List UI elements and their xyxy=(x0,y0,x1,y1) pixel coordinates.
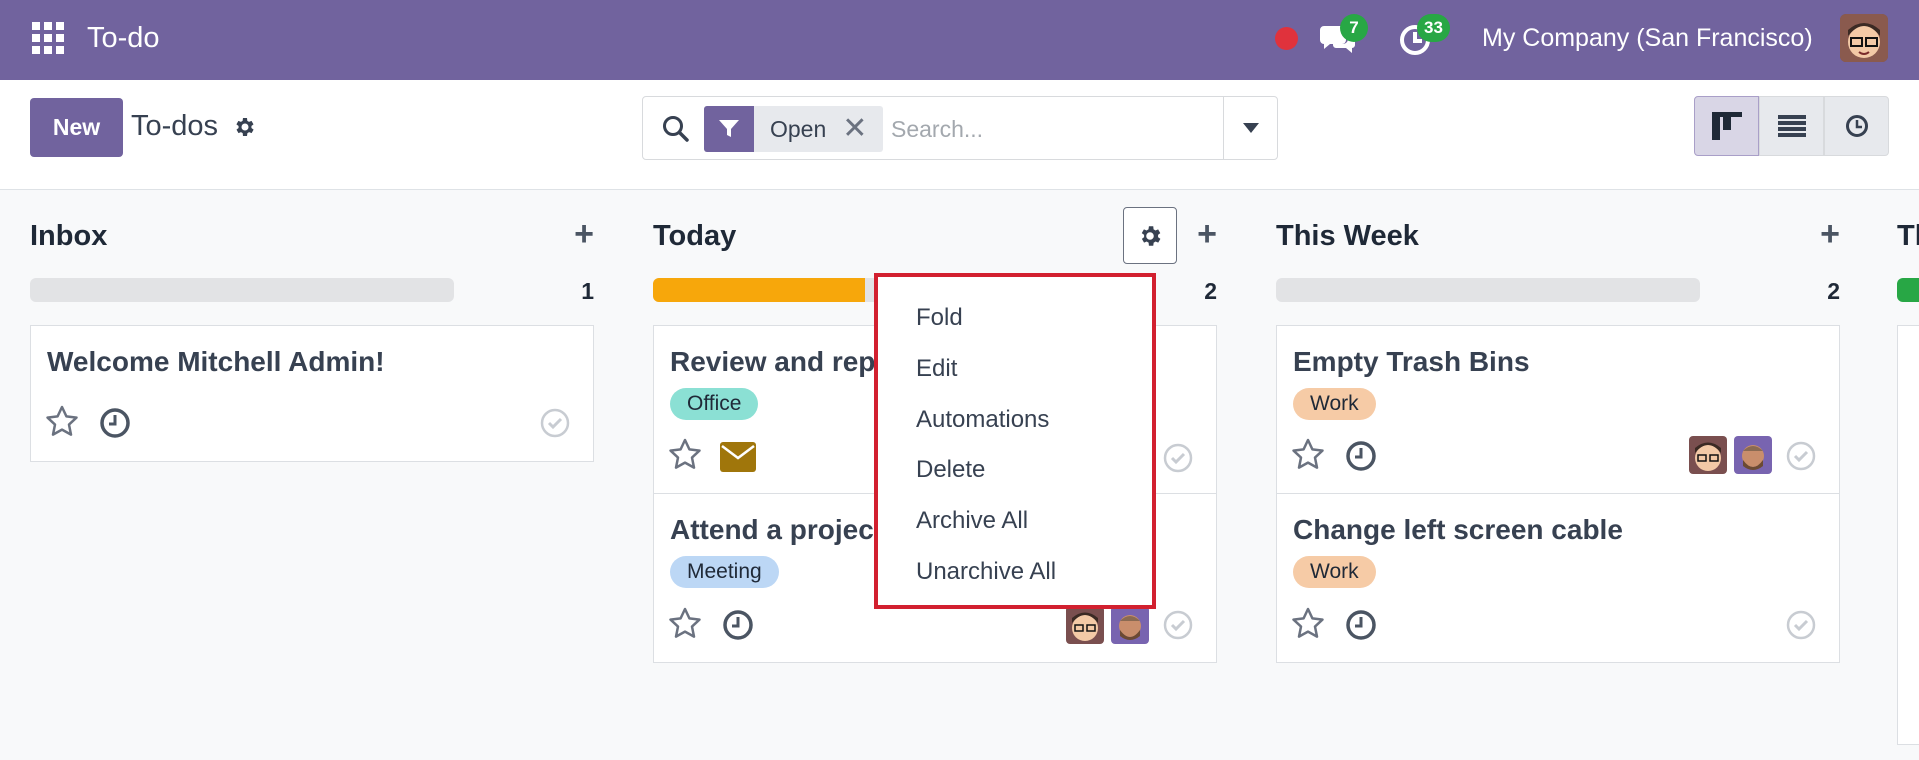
column-config-button[interactable] xyxy=(1123,207,1177,264)
filter-icon xyxy=(704,106,754,152)
control-panel: New To-dos Open ✕ xyxy=(0,80,1919,190)
star-icon[interactable] xyxy=(45,405,79,439)
menu-item-unarchive-all[interactable]: Unarchive All xyxy=(916,558,1056,586)
column-count: 2 xyxy=(1827,278,1840,304)
new-button[interactable]: New xyxy=(30,98,123,157)
search-icon[interactable] xyxy=(661,114,691,144)
star-icon[interactable] xyxy=(668,607,702,641)
column-title[interactable]: This Week xyxy=(1276,220,1419,253)
recording-indicator-icon[interactable] xyxy=(1275,27,1298,50)
column-progress-bar[interactable] xyxy=(1897,278,1919,302)
kanban-card[interactable]: Empty Trash Bins Work xyxy=(1276,325,1840,494)
kanban-column-partial: Th xyxy=(1897,190,1919,760)
quick-create-plus-icon[interactable]: + xyxy=(574,215,594,254)
caret-down-icon xyxy=(1243,123,1259,133)
top-navbar: To-do 7 33 My Company (San Francisco) xyxy=(0,0,1919,80)
kanban-card[interactable] xyxy=(1897,325,1919,745)
remove-facet-icon[interactable]: ✕ xyxy=(842,106,883,152)
kanban-column-inbox: Inbox + 1 Welcome Mitchell Admin! xyxy=(30,190,594,490)
card-title: Welcome Mitchell Admin! xyxy=(47,346,385,377)
column-title[interactable]: Today xyxy=(653,220,736,253)
card-tag: Work xyxy=(1293,556,1376,588)
column-count: 1 xyxy=(581,278,594,304)
card-title: Attend a projec xyxy=(670,514,874,545)
column-settings-dropdown: Fold Edit Automations Delete Archive All… xyxy=(874,273,1156,609)
company-switcher[interactable]: My Company (San Francisco) xyxy=(1482,24,1813,53)
check-circle-icon[interactable] xyxy=(1162,609,1194,641)
column-title[interactable]: Inbox xyxy=(30,220,107,253)
check-circle-icon[interactable] xyxy=(1785,609,1817,641)
activities-button[interactable]: 33 xyxy=(1397,14,1450,58)
card-title: Review and rep xyxy=(670,346,876,377)
page-title: To-dos xyxy=(131,110,219,142)
menu-item-automations[interactable]: Automations xyxy=(916,406,1049,434)
activities-count-badge: 33 xyxy=(1417,14,1450,42)
assignee-avatar[interactable] xyxy=(1689,436,1727,474)
menu-item-archive-all[interactable]: Archive All xyxy=(916,507,1028,535)
kanban-card[interactable]: Welcome Mitchell Admin! xyxy=(30,325,594,462)
kanban-icon xyxy=(1711,112,1742,140)
activity-view-button[interactable] xyxy=(1824,96,1889,156)
progress-fill xyxy=(653,278,865,302)
filter-facet-label: Open xyxy=(770,115,827,142)
activity-clock-icon[interactable] xyxy=(99,407,131,439)
star-icon[interactable] xyxy=(668,438,702,472)
star-icon[interactable] xyxy=(1291,607,1325,641)
card-tag: Meeting xyxy=(670,556,779,588)
column-progress-bar[interactable] xyxy=(30,278,454,302)
user-avatar[interactable] xyxy=(1840,14,1888,62)
assignee-avatar[interactable] xyxy=(1066,606,1104,644)
quick-create-plus-icon[interactable]: + xyxy=(1197,215,1217,254)
filter-facet: Open ✕ xyxy=(704,106,884,152)
quick-create-plus-icon[interactable]: + xyxy=(1820,215,1840,254)
check-circle-icon[interactable] xyxy=(1785,440,1817,472)
menu-item-delete[interactable]: Delete xyxy=(916,456,985,484)
check-circle-icon[interactable] xyxy=(1162,442,1194,474)
activity-clock-icon[interactable] xyxy=(1345,609,1377,641)
search-input[interactable] xyxy=(891,109,1191,149)
clock-icon xyxy=(1845,115,1868,137)
column-title[interactable]: Th xyxy=(1897,220,1919,253)
check-circle-icon[interactable] xyxy=(539,407,571,439)
activity-clock-icon[interactable] xyxy=(1345,440,1377,472)
list-view-button[interactable] xyxy=(1759,96,1824,156)
app-title[interactable]: To-do xyxy=(87,22,160,55)
activity-clock-icon[interactable] xyxy=(722,609,754,641)
assignee-avatar[interactable] xyxy=(1734,436,1772,474)
kanban-card[interactable]: Change left screen cable Work xyxy=(1276,493,1840,663)
envelope-icon[interactable] xyxy=(720,442,756,472)
column-progress-bar[interactable] xyxy=(1276,278,1700,302)
gear-icon[interactable] xyxy=(232,115,256,139)
card-tag: Office xyxy=(670,388,759,420)
kanban-column-this-week: This Week + 2 Empty Trash Bins Work Chan… xyxy=(1276,190,1840,690)
menu-item-edit[interactable]: Edit xyxy=(916,355,957,383)
card-title: Change left screen cable xyxy=(1293,514,1623,545)
list-icon xyxy=(1777,115,1806,137)
messages-button[interactable]: 7 xyxy=(1318,14,1368,58)
star-icon[interactable] xyxy=(1291,438,1325,472)
assignee-avatar[interactable] xyxy=(1111,606,1149,644)
menu-item-fold[interactable]: Fold xyxy=(916,304,963,332)
column-count: 2 xyxy=(1204,278,1217,304)
view-switcher xyxy=(1694,96,1889,156)
gear-icon xyxy=(1141,225,1161,246)
kanban-view-button[interactable] xyxy=(1694,96,1759,156)
search-options-toggle[interactable] xyxy=(1223,97,1278,159)
search-bar: Open ✕ xyxy=(642,96,1278,160)
card-title: Empty Trash Bins xyxy=(1293,346,1530,377)
messages-count-badge: 7 xyxy=(1340,14,1368,42)
apps-menu-icon[interactable] xyxy=(30,20,66,56)
card-tag: Work xyxy=(1293,388,1376,420)
